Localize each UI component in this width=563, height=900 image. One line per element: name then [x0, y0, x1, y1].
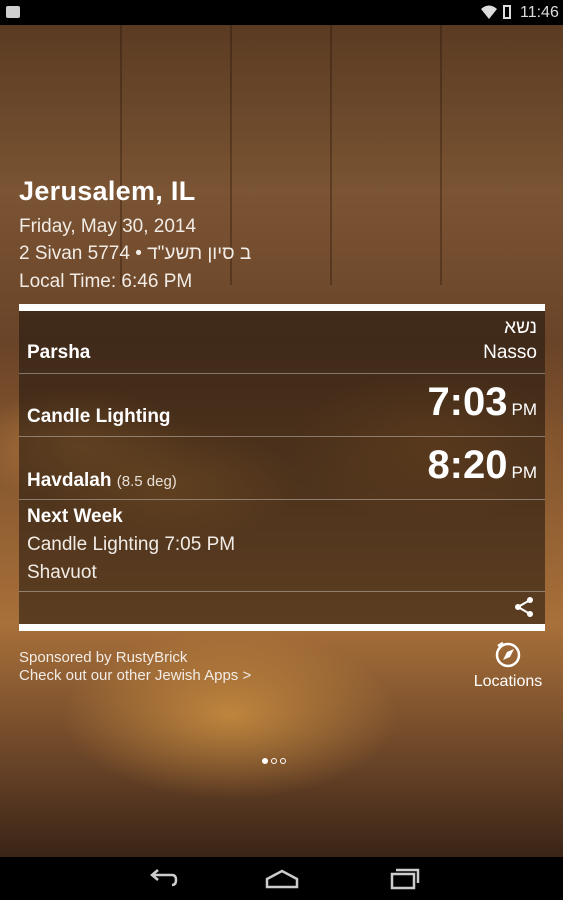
candle-lighting-time-wrap: 7:03 PM [427, 380, 537, 425]
status-bar: 11:46 [0, 0, 563, 25]
recents-icon[interactable] [382, 865, 422, 893]
candle-lighting-row: Candle Lighting 7:03 PM [19, 374, 545, 437]
local-time: Local Time: 6:46 PM [19, 271, 193, 292]
compass-icon [495, 641, 521, 668]
hebrew-date-english: 2 Sivan 5774 • [19, 243, 142, 264]
hebrew-date-hebrew: ב סיון תשע"ד [147, 243, 252, 264]
next-week-row: Next Week Candle Lighting 7:05 PM Shavuo… [19, 500, 545, 592]
gregorian-date: Friday, May 30, 2014 [19, 216, 197, 237]
share-icon[interactable] [513, 596, 535, 618]
havdalah-time: 8:20 [427, 443, 508, 487]
locations-label: Locations [473, 673, 543, 690]
wifi-icon [481, 5, 497, 19]
havdalah-label-wrap: Havdalah (8.5 deg) [27, 470, 177, 492]
havdalah-row: Havdalah (8.5 deg) 8:20 PM [19, 437, 545, 500]
next-week-holiday: Shavuot [27, 562, 97, 583]
next-week-title: Next Week [27, 506, 123, 527]
status-time: 11:46 [520, 4, 559, 21]
city-title: Jerusalem, IL [19, 176, 196, 206]
havdalah-label: Havdalah [27, 470, 112, 491]
page-dot-1[interactable] [262, 758, 268, 764]
page-dot-3[interactable] [280, 758, 286, 764]
havdalah-ampm: PM [511, 463, 538, 482]
parsha-english: Nasso [483, 342, 537, 363]
sponsor-text: Sponsored by RustyBrick [19, 649, 188, 666]
times-panel: Parsha נשא Nasso Candle Lighting 7:03 PM … [19, 304, 545, 631]
other-apps-link[interactable]: Check out our other Jewish Apps > [19, 667, 251, 684]
candle-lighting-ampm: PM [511, 400, 538, 419]
parsha-label: Parsha [27, 342, 91, 363]
battery-icon [503, 5, 511, 19]
navigation-bar [0, 857, 563, 900]
havdalah-degree: (8.5 deg) [116, 473, 177, 490]
candle-lighting-label: Candle Lighting [27, 406, 171, 427]
back-icon[interactable] [142, 865, 182, 893]
parsha-hebrew: נשא [504, 317, 537, 338]
parsha-row: Parsha נשא Nasso [19, 311, 545, 374]
notification-icon [6, 6, 20, 18]
havdalah-time-wrap: 8:20 PM [427, 443, 537, 488]
page-dot-2[interactable] [271, 758, 277, 764]
next-week-candle: Candle Lighting 7:05 PM [27, 534, 236, 555]
hebrew-date-line: 2 Sivan 5774 • ב סיון תשע"ד [19, 243, 251, 265]
home-icon[interactable] [262, 865, 302, 893]
candle-lighting-time: 7:03 [427, 380, 508, 424]
